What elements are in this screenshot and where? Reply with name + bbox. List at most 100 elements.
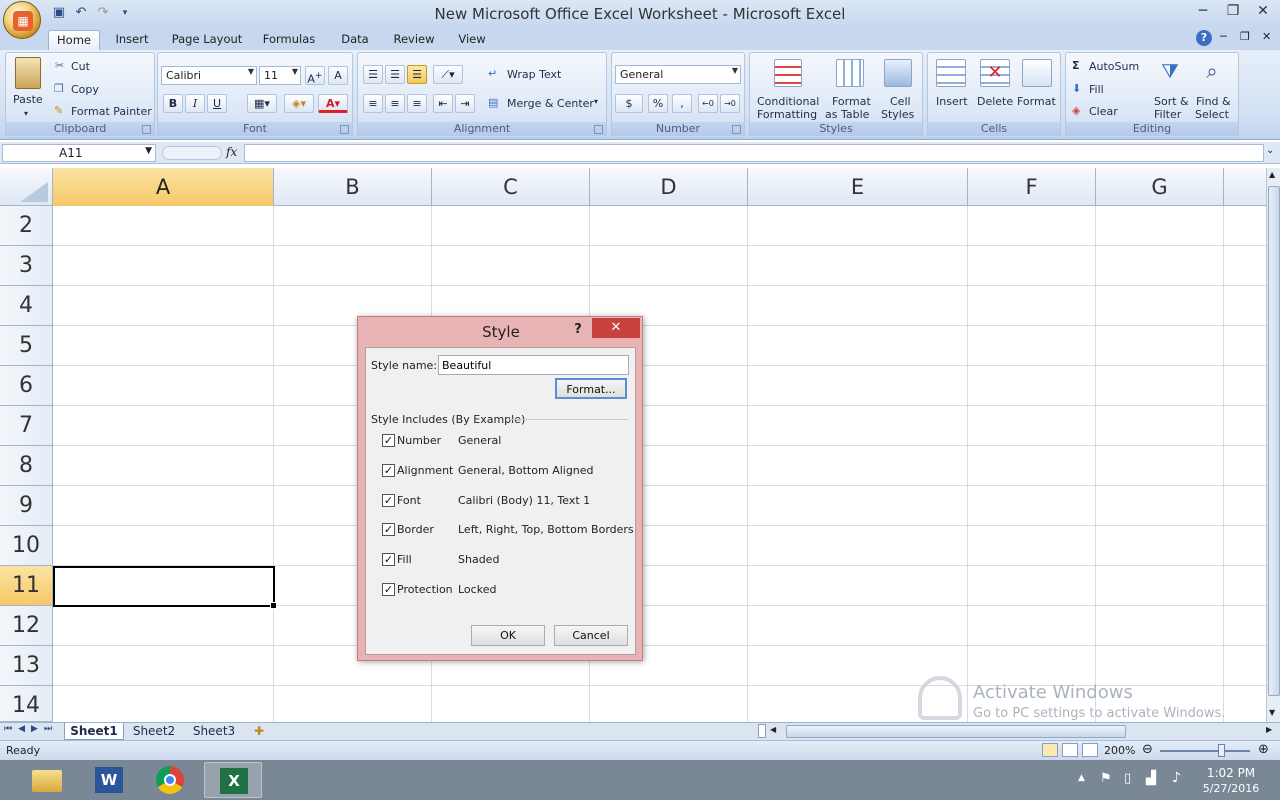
row-header-12[interactable]: 12 [0, 606, 53, 646]
row-header-8[interactable]: 8 [0, 446, 53, 486]
battery-icon[interactable]: ▯ [1124, 771, 1131, 786]
office-button[interactable]: ▦ [3, 1, 41, 39]
clock-date[interactable]: 5/27/2016 [1200, 782, 1262, 795]
clock-time[interactable]: 1:02 PM [1206, 766, 1256, 780]
zoom-slider[interactable] [1160, 750, 1250, 752]
chrome-icon[interactable] [142, 762, 200, 798]
insert-sheet-icon[interactable]: ✚ [246, 723, 272, 740]
redo-icon[interactable]: ↷ [94, 4, 112, 22]
help-icon[interactable]: ? [1196, 30, 1212, 46]
underline-button[interactable]: U [207, 94, 227, 113]
cell-styles-line2[interactable]: Styles [881, 108, 914, 121]
find-select-line1[interactable]: Find & [1196, 95, 1231, 108]
help-icon[interactable]: ? [570, 319, 586, 341]
conditional-formatting-line2[interactable]: Formatting [757, 108, 817, 121]
customize-qat-icon[interactable]: ▾ [116, 4, 134, 22]
sort-filter-line2[interactable]: Filter [1154, 108, 1181, 121]
merge-dropdown-icon[interactable]: ▾ [594, 97, 598, 106]
borders-button[interactable]: ▦▾ [247, 94, 277, 113]
cancel-button[interactable]: Cancel [554, 625, 628, 646]
shrink-font-button[interactable]: A [328, 66, 348, 85]
ribbon-minimize-icon[interactable]: ─ [1220, 30, 1227, 43]
row-header-9[interactable]: 9 [0, 486, 53, 526]
insert-cells-button[interactable]: Insert [936, 95, 968, 108]
paste-button[interactable]: Paste [13, 93, 43, 106]
number-checkbox[interactable]: ✓ [382, 434, 395, 447]
select-all-button[interactable] [0, 168, 53, 206]
find-select-line2[interactable]: Select [1195, 108, 1229, 121]
scroll-right-icon[interactable]: ▶ [1266, 725, 1272, 734]
zoom-in-icon[interactable]: ⊕ [1258, 742, 1269, 757]
row-header-11[interactable]: 11 [0, 566, 53, 606]
cut-button[interactable]: Cut [71, 60, 90, 73]
sheet-nav-icons[interactable]: ⏮◀▶⏭ [4, 724, 58, 734]
cell-styles-line1[interactable]: Cell [890, 95, 911, 108]
align-left-button[interactable]: ≡ [363, 94, 383, 113]
fill-color-button[interactable]: ◈▾ [284, 94, 314, 113]
currency-button[interactable]: $ [615, 94, 643, 113]
ribbon-restore-icon[interactable]: ❐ [1240, 30, 1250, 43]
tab-formulas[interactable]: Formulas [256, 30, 322, 50]
undo-icon[interactable]: ↶ [72, 4, 90, 22]
page-layout-view-icon[interactable] [1062, 743, 1078, 757]
scroll-up-icon[interactable]: ▲ [1269, 170, 1275, 179]
copy-button[interactable]: Copy [71, 83, 99, 96]
conditional-formatting-line1[interactable]: Conditional [757, 95, 819, 108]
save-icon[interactable]: ▣ [50, 4, 68, 22]
protection-checkbox[interactable]: ✓ [382, 583, 395, 596]
tab-page-layout[interactable]: Page Layout [168, 30, 246, 50]
action-center-icon[interactable]: ⚑ [1100, 771, 1112, 786]
increase-indent-button[interactable]: ⇥ [455, 94, 475, 113]
formula-splitter[interactable] [162, 146, 222, 160]
wrap-text-button[interactable]: Wrap Text [507, 68, 561, 81]
word-icon[interactable]: W [80, 762, 138, 798]
style-name-input[interactable] [438, 355, 629, 375]
column-header-e[interactable]: E [748, 168, 968, 206]
tab-review[interactable]: Review [388, 30, 440, 50]
sort-filter-line1[interactable]: Sort & [1154, 95, 1189, 108]
delete-cells-button[interactable]: Delete [977, 95, 1013, 108]
clipboard-launcher-icon[interactable] [142, 125, 151, 134]
zoom-level[interactable]: 200% [1104, 744, 1135, 757]
align-middle-button[interactable]: ☰ [385, 65, 405, 84]
formula-input[interactable] [244, 144, 1264, 162]
vertical-scrollbar[interactable]: ▲ ▼ [1266, 168, 1280, 722]
border-checkbox[interactable]: ✓ [382, 523, 395, 536]
number-format-select[interactable]: General ▼ [615, 65, 741, 84]
format-button[interactable]: Format... [555, 378, 627, 399]
row-header-14[interactable]: 14 [0, 686, 53, 722]
fill-button[interactable]: Fill [1089, 83, 1104, 96]
fill-checkbox[interactable]: ✓ [382, 553, 395, 566]
comma-button[interactable]: , [672, 94, 692, 113]
row-header-10[interactable]: 10 [0, 526, 53, 566]
insert-function-icon[interactable]: fx [226, 145, 237, 159]
font-checkbox[interactable]: ✓ [382, 494, 395, 507]
active-cell[interactable] [53, 566, 277, 609]
row-header-13[interactable]: 13 [0, 646, 53, 686]
row-header-3[interactable]: 3 [0, 246, 53, 286]
zoom-out-icon[interactable]: ⊖ [1142, 742, 1153, 757]
close-icon[interactable]: ✕ [1248, 0, 1278, 22]
tab-insert[interactable]: Insert [108, 30, 156, 50]
close-icon[interactable]: ✕ [592, 318, 640, 338]
row-header-2[interactable]: 2 [0, 206, 53, 246]
column-header-b[interactable]: B [274, 168, 432, 206]
signal-icon[interactable]: ▟ [1146, 771, 1156, 786]
zoom-slider-thumb[interactable] [1218, 744, 1225, 757]
column-header-a[interactable]: A [53, 168, 274, 206]
row-header-5[interactable]: 5 [0, 326, 53, 366]
decrease-indent-button[interactable]: ⇤ [433, 94, 453, 113]
horizontal-scroll-thumb[interactable] [786, 725, 1126, 738]
alignment-launcher-icon[interactable] [594, 125, 603, 134]
ribbon-close-icon[interactable]: ✕ [1262, 30, 1271, 43]
decrease-decimal-button[interactable]: →0 [720, 94, 740, 113]
orientation-button[interactable]: ⟋▾ [433, 65, 463, 84]
percent-button[interactable]: % [648, 94, 668, 113]
sheet-tab-3[interactable]: Sheet3 [186, 723, 242, 740]
paste-dropdown-icon[interactable]: ▾ [24, 109, 28, 118]
align-center-button[interactable]: ≡ [385, 94, 405, 113]
grow-font-button[interactable]: A+ [305, 66, 325, 86]
row-header-4[interactable]: 4 [0, 286, 53, 326]
file-explorer-icon[interactable] [18, 762, 76, 798]
minimize-icon[interactable]: ─ [1188, 0, 1218, 22]
